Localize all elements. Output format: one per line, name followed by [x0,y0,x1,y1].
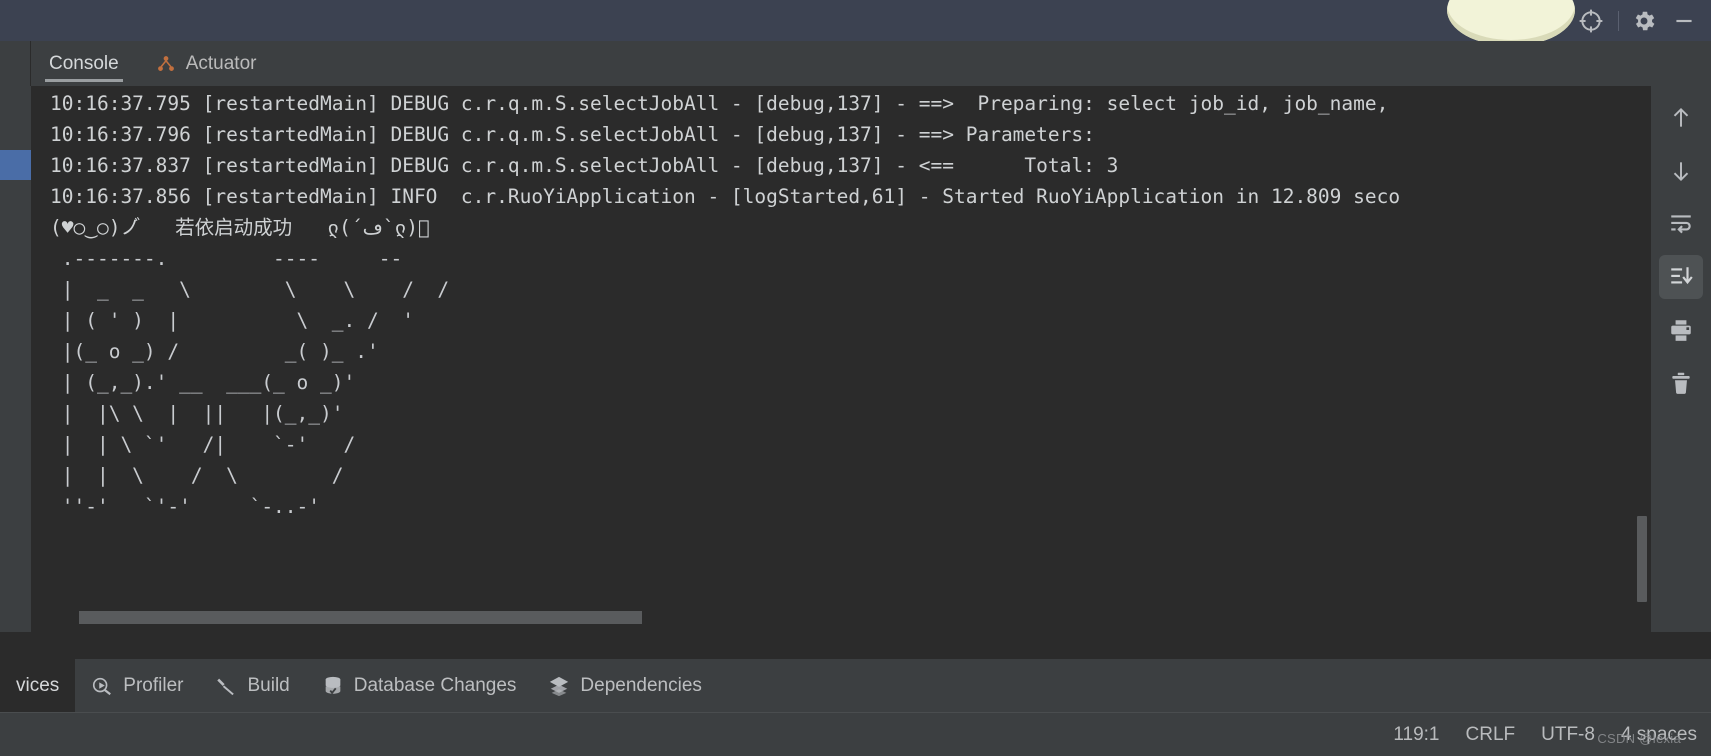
scroll-to-end-icon[interactable] [1659,255,1703,299]
bottom-tab-build-label: Build [247,674,290,696]
watermark: CSDN @lexia [1597,731,1681,746]
horizontal-scrollbar[interactable] [79,611,1534,624]
target-icon[interactable] [1576,6,1606,36]
bottom-tab-services[interactable]: vices [0,659,76,712]
file-encoding[interactable]: UTF-8 [1541,724,1595,746]
actuator-icon [155,53,177,75]
ide-window: Console Actuator 10:16:37.795 [restarted… [0,0,1711,756]
avatar [1447,0,1575,46]
window-titlebar [0,0,1711,46]
gutter-selection-marker[interactable] [0,150,31,180]
console-output-panel[interactable]: 10:16:37.795 [restartedMain] DEBUG c.r.q… [31,86,1651,632]
ascii-art-line: | (_,_).' __ ___(_ o _)' [50,371,356,394]
ascii-art-line: |(_ o _) / _( )_ .' [50,340,379,363]
tabstrip-gutter [0,41,31,86]
console-right-toolbar [1651,86,1711,632]
log-line: 10:16:37.856 [restartedMain] INFO c.r.Ru… [50,185,1401,208]
bottom-tool-tabs: vices Profiler Build Database Changes De… [0,659,1711,712]
bottom-tab-services-label: vices [16,674,60,696]
line-separator[interactable]: CRLF [1466,724,1516,746]
ascii-art-line: .-------. ---- -- [50,247,403,270]
arrow-up-icon[interactable] [1659,96,1703,140]
build-hammer-icon [215,675,237,697]
trash-icon[interactable] [1659,361,1703,405]
bottom-tab-database-changes[interactable]: Database Changes [306,659,533,712]
ascii-art-line: | | \ `' /| `-' / [50,433,356,456]
ascii-art-line: | |\ \ | || |(_,_)' [50,402,344,425]
console-gutter [0,86,31,632]
horizontal-scrollbar-thumb[interactable] [79,611,642,624]
soft-wrap-icon[interactable] [1659,202,1703,246]
vertical-scrollbar-thumb[interactable] [1637,516,1647,602]
log-line: 10:16:37.795 [restartedMain] DEBUG c.r.q… [50,92,1389,115]
ascii-art-line: | _ _ \ \ \ / / [50,278,450,301]
tab-actuator-label: Actuator [185,52,257,74]
ascii-art-line: | | \ / \ / [50,464,344,487]
ascii-art-line: | ( ' ) | \ _. / ' [50,309,414,332]
titlebar-divider [1618,10,1619,31]
tab-actuator[interactable]: Actuator [137,41,275,86]
gear-icon[interactable] [1629,6,1659,36]
print-icon[interactable] [1659,308,1703,352]
startup-banner: (♥○‿○)ノ゙ 若依启动成功 ლ(´ڡ`ლ)゙ [50,216,430,239]
bottom-tab-profiler-label: Profiler [123,674,184,696]
bottom-tab-dependencies[interactable]: Dependencies [532,659,717,712]
console-log-text: 10:16:37.795 [restartedMain] DEBUG c.r.q… [50,88,1400,522]
log-line: 10:16:37.837 [restartedMain] DEBUG c.r.q… [50,154,1119,177]
bottom-tab-dependencies-label: Dependencies [580,674,702,696]
minimize-icon[interactable] [1669,6,1699,36]
layers-icon [548,675,570,697]
console-tabstrip: Console Actuator [0,41,1711,86]
bottom-tab-build[interactable]: Build [199,659,305,712]
status-bar: 119:1 CRLF UTF-8 4 spaces CSDN @lexia [0,712,1711,756]
log-line: 10:16:37.796 [restartedMain] DEBUG c.r.q… [50,123,1095,146]
arrow-down-icon[interactable] [1659,149,1703,193]
tab-console[interactable]: Console [31,41,137,86]
bottom-tab-database-changes-label: Database Changes [353,674,517,696]
bottom-tab-profiler[interactable]: Profiler [75,659,199,712]
database-icon [322,675,344,697]
tab-console-label: Console [49,52,119,74]
profiler-icon [91,675,113,697]
caret-position[interactable]: 119:1 [1393,724,1439,746]
ascii-art-line: ''-' `'-' `-..-' [50,495,321,518]
